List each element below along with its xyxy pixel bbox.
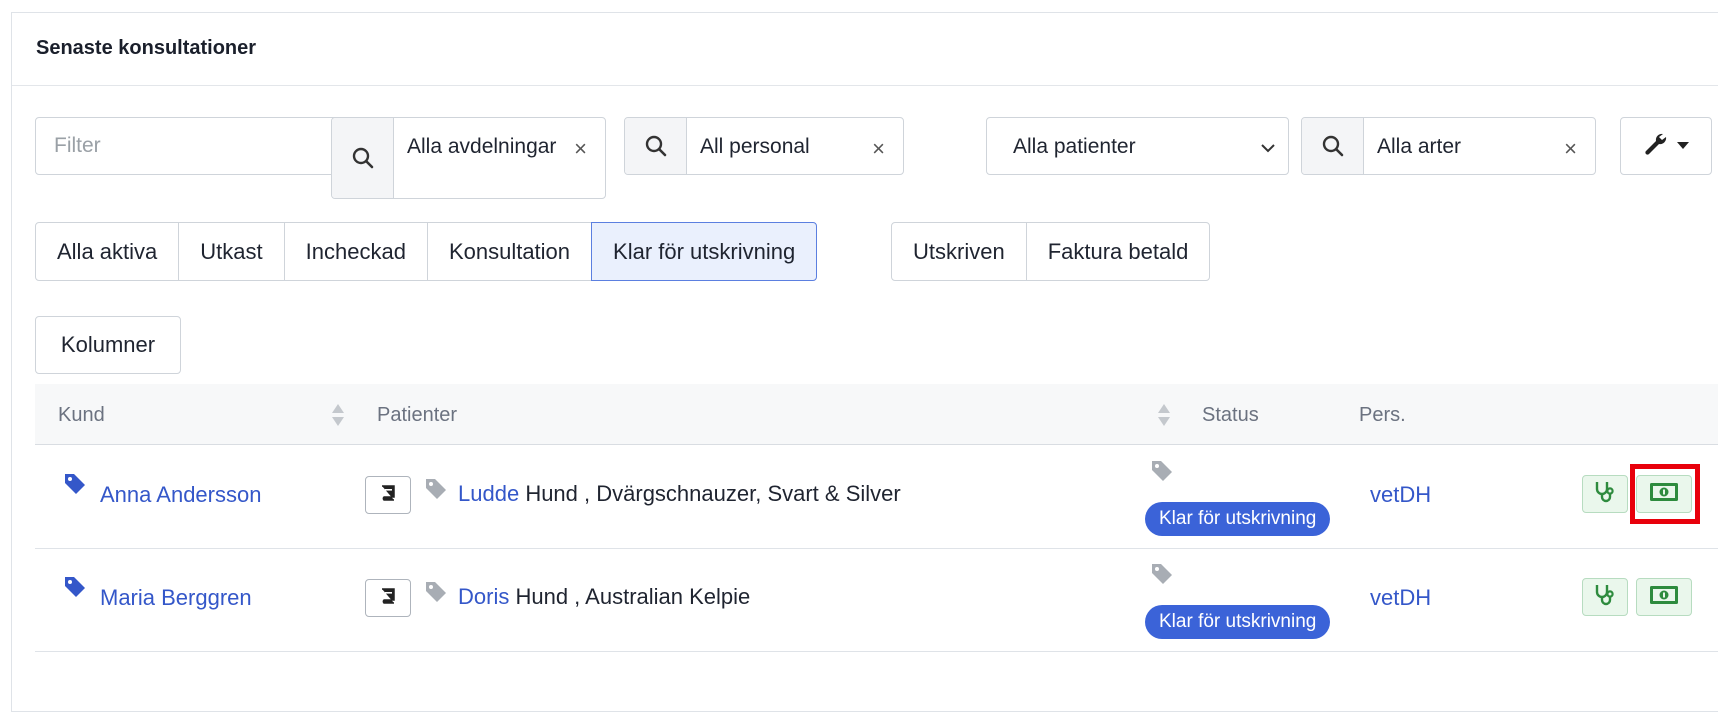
staff-link[interactable]: vetDH (1370, 482, 1431, 508)
staff-link[interactable]: vetDH (1370, 585, 1431, 611)
tools-dropdown-button[interactable] (1620, 117, 1712, 175)
patient-link[interactable]: Ludde (458, 481, 519, 506)
species-select[interactable]: Alla arter × (1301, 117, 1596, 175)
tab-faktura-betald[interactable]: Faktura betald (1025, 222, 1211, 281)
money-icon (1649, 585, 1679, 610)
columns-button[interactable]: Kolumner (35, 316, 181, 374)
status-badge: Klar för utskrivning (1145, 605, 1331, 639)
tab-konsultation[interactable]: Konsultation (426, 222, 593, 281)
journal-button[interactable] (365, 476, 411, 514)
tag-icon[interactable] (64, 473, 86, 501)
patient-details: Hund , Dvärgschnauzer, Svart & Silver (525, 481, 901, 506)
patient-link[interactable]: Doris (458, 584, 509, 609)
staff-value: All personal (700, 135, 810, 158)
tab-utkast[interactable]: Utkast (178, 222, 285, 281)
status-tabs: Alla aktiva Utkast Incheckad Konsultatio… (35, 222, 818, 281)
table-row: Maria Berggren Doris Hund , Australian K… (35, 549, 1718, 652)
clear-icon[interactable]: × (872, 132, 885, 165)
tab-klar-for-utskrivning[interactable]: Klar för utskrivning (591, 222, 818, 281)
chevron-down-icon (1260, 138, 1276, 162)
wrench-icon (1643, 131, 1669, 162)
tag-icon[interactable] (425, 581, 447, 609)
header-pers[interactable]: Pers. (1359, 404, 1406, 427)
table-row: Anna Andersson Ludde Hund , Dvärgschnauz… (35, 446, 1718, 549)
filter-input[interactable] (35, 117, 339, 175)
tag-icon[interactable] (64, 576, 86, 604)
sort-icon[interactable] (1157, 402, 1171, 433)
tag-icon[interactable] (425, 478, 447, 506)
department-value: Alla avdelningar (407, 135, 557, 158)
tab-utskriven[interactable]: Utskriven (891, 222, 1027, 281)
status-badge: Klar för utskrivning (1145, 502, 1331, 536)
card-title: Senaste konsultationer (36, 37, 257, 59)
species-value: Alla arter (1377, 135, 1462, 158)
consultation-button[interactable] (1582, 475, 1628, 513)
stethoscope-icon (1594, 480, 1616, 509)
patient-cell: Ludde Hund , Dvärgschnauzer, Svart & Sil… (458, 481, 901, 507)
journal-button[interactable] (365, 579, 411, 617)
caret-down-icon (1677, 137, 1689, 155)
patient-cell: Doris Hund , Australian Kelpie (458, 584, 750, 610)
patients-select[interactable]: Alla patienter (986, 117, 1289, 175)
status-tabs-secondary: Utskriven Faktura betald (891, 222, 1211, 281)
book-icon (379, 484, 397, 506)
tag-icon[interactable] (1151, 460, 1173, 488)
stethoscope-icon (1594, 583, 1616, 612)
book-icon (379, 587, 397, 609)
department-select[interactable]: Alla avdelningar × (331, 117, 606, 199)
tab-alla-aktiva[interactable]: Alla aktiva (35, 222, 180, 281)
highlight-box (1630, 464, 1700, 524)
table-header: Kund Patienter Status Pers. (35, 384, 1718, 445)
header-kund[interactable]: Kund (58, 404, 105, 427)
header-patienter[interactable]: Patienter (377, 404, 457, 427)
clear-icon[interactable]: × (574, 132, 587, 165)
customer-link[interactable]: Maria Berggren (100, 585, 252, 611)
staff-select[interactable]: All personal × (624, 117, 904, 175)
tab-incheckad[interactable]: Incheckad (283, 222, 428, 281)
search-icon (1302, 118, 1364, 174)
clear-icon[interactable]: × (1564, 132, 1577, 165)
consultation-button[interactable] (1582, 578, 1628, 616)
patient-details: Hund , Australian Kelpie (515, 584, 751, 609)
invoice-button[interactable] (1636, 578, 1692, 616)
customer-link[interactable]: Anna Andersson (100, 482, 261, 508)
sort-icon[interactable] (331, 402, 345, 433)
search-icon (625, 118, 687, 174)
card-header: Senaste konsultationer (12, 13, 1718, 86)
header-status[interactable]: Status (1202, 404, 1259, 427)
search-icon (332, 118, 394, 198)
tag-icon[interactable] (1151, 563, 1173, 591)
patients-value: Alla patienter (1013, 135, 1136, 158)
